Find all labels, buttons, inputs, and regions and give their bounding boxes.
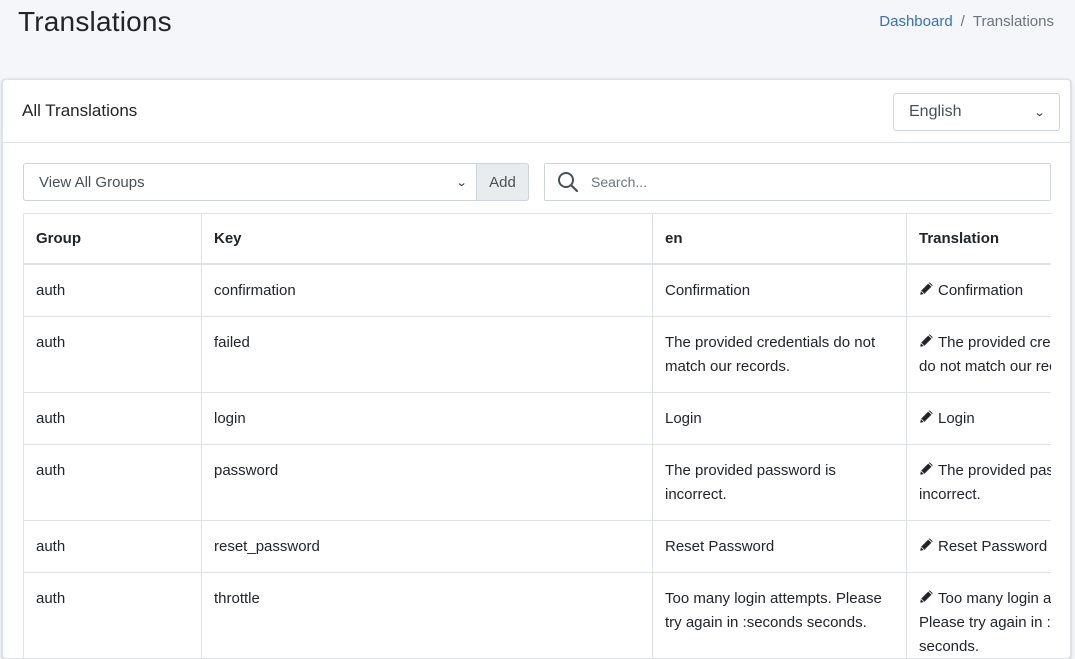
cell-translation[interactable]: Reset Password: [907, 521, 1052, 573]
language-select-value: English: [909, 103, 961, 121]
cell-en: Too many login attempts. Please try agai…: [653, 573, 907, 659]
search-input[interactable]: [591, 174, 1031, 190]
table-row: authloginLoginLogin: [24, 393, 1052, 445]
cell-en: The provided password is incorrect.: [653, 445, 907, 521]
translations-table-wrapper[interactable]: Group Key en Translation authconfirmatio…: [23, 213, 1051, 659]
cell-key: failed: [202, 317, 653, 393]
pencil-icon[interactable]: [919, 280, 934, 295]
cell-translation[interactable]: Login: [907, 393, 1052, 445]
cell-translation[interactable]: Confirmation: [907, 264, 1052, 317]
table-row: authfailedThe provided credentials do no…: [24, 317, 1052, 393]
chevron-down-icon: ⌄: [455, 176, 467, 189]
cell-group: auth: [24, 393, 202, 445]
language-select[interactable]: English ⌄: [893, 93, 1060, 131]
cell-translation[interactable]: Too many login attempts. Please try agai…: [907, 573, 1052, 659]
translation-edit-link[interactable]: The provided credentials do not match ou…: [919, 334, 1051, 375]
cell-group: auth: [24, 445, 202, 521]
page-header: Translations Dashboard / Translations: [0, 0, 1075, 80]
breadcrumb-dashboard-link[interactable]: Dashboard: [879, 13, 952, 30]
cell-en: Login: [653, 393, 907, 445]
translation-edit-link[interactable]: Too many login attempts. Please try agai…: [919, 590, 1051, 655]
cell-translation[interactable]: The provided password is incorrect.: [907, 445, 1052, 521]
column-header-en: en: [653, 214, 907, 265]
cell-group: auth: [24, 317, 202, 393]
translations-table: Group Key en Translation authconfirmatio…: [23, 213, 1051, 659]
table-row: authconfirmationConfirmationConfirmation: [24, 264, 1052, 317]
table-row: auththrottleToo many login attempts. Ple…: [24, 573, 1052, 659]
table-row: authpasswordThe provided password is inc…: [24, 445, 1052, 521]
search-box[interactable]: [544, 163, 1051, 201]
add-group-button[interactable]: Add: [476, 163, 529, 201]
pencil-icon[interactable]: [919, 460, 934, 475]
search-icon: [549, 164, 587, 200]
cell-en: The provided credentials do not match ou…: [653, 317, 907, 393]
page-title: Translations: [18, 6, 172, 38]
cell-key: password: [202, 445, 653, 521]
cell-key: confirmation: [202, 264, 653, 317]
translations-card: All Translations English ⌄ View All Grou…: [2, 79, 1071, 659]
translation-edit-link[interactable]: Reset Password: [938, 538, 1047, 555]
cell-group: auth: [24, 521, 202, 573]
toolbar: View All Groups ⌄ Add: [23, 163, 1053, 201]
cell-translation[interactable]: The provided credentials do not match ou…: [907, 317, 1052, 393]
pencil-icon[interactable]: [919, 408, 934, 423]
chevron-down-icon: ⌄: [1033, 106, 1045, 119]
column-header-group: Group: [24, 214, 202, 265]
table-row: authreset_passwordReset PasswordReset Pa…: [24, 521, 1052, 573]
translation-edit-link[interactable]: Login: [938, 410, 975, 427]
breadcrumb: Dashboard / Translations: [879, 13, 1054, 30]
cell-group: auth: [24, 264, 202, 317]
translation-edit-link[interactable]: The provided password is incorrect.: [919, 462, 1051, 503]
breadcrumb-separator: /: [961, 13, 965, 30]
cell-en: Confirmation: [653, 264, 907, 317]
cell-key: reset_password: [202, 521, 653, 573]
group-select[interactable]: View All Groups ⌄: [23, 163, 477, 201]
translation-edit-link[interactable]: Confirmation: [938, 282, 1023, 299]
cell-key: throttle: [202, 573, 653, 659]
card-title: All Translations: [22, 101, 137, 121]
cell-group: auth: [24, 573, 202, 659]
pencil-icon[interactable]: [919, 588, 934, 603]
cell-key: login: [202, 393, 653, 445]
column-header-translation: Translation: [907, 214, 1052, 265]
cell-en: Reset Password: [653, 521, 907, 573]
breadcrumb-current: Translations: [973, 13, 1054, 30]
column-header-key: Key: [202, 214, 653, 265]
table-header-row: Group Key en Translation: [24, 214, 1052, 265]
pencil-icon[interactable]: [919, 332, 934, 347]
group-select-value: View All Groups: [39, 174, 145, 191]
pencil-icon[interactable]: [919, 536, 934, 551]
card-header: All Translations English ⌄: [3, 80, 1070, 143]
